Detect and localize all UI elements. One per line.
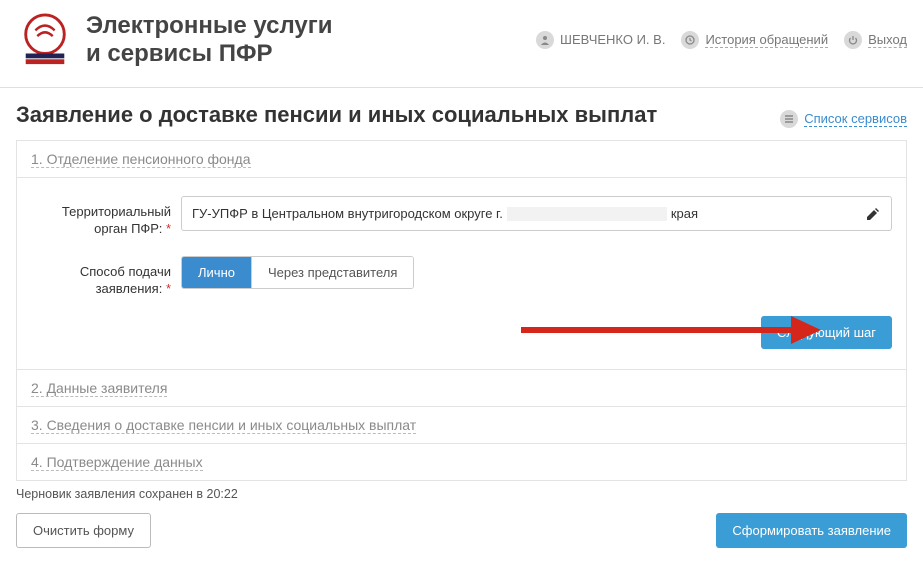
section-3-head[interactable]: 3. Сведения о доставке пенсии и иных соц… bbox=[17, 407, 906, 444]
section-2-head[interactable]: 2. Данные заявителя bbox=[17, 370, 906, 407]
user-name: ШЕВЧЕНКО И. В. bbox=[560, 32, 665, 47]
pfr-logo bbox=[16, 13, 74, 67]
row-territorial: Территориальный орган ПФР: * ГУ-УПФР в Ц… bbox=[31, 196, 892, 238]
logout-icon bbox=[844, 31, 862, 49]
section-2-link[interactable]: 2. Данные заявителя bbox=[31, 380, 167, 397]
section-1-link[interactable]: 1. Отделение пенсионного фонда bbox=[31, 151, 251, 168]
territorial-input[interactable]: ГУ-УПФР в Центральном внутригородском ок… bbox=[181, 196, 892, 231]
next-step-row: Следующий шаг bbox=[31, 316, 892, 349]
next-step-button[interactable]: Следующий шаг bbox=[761, 316, 892, 349]
services-list-link[interactable]: Список сервисов bbox=[780, 110, 907, 128]
accordion: 1. Отделение пенсионного фонда Территори… bbox=[16, 140, 907, 481]
list-icon bbox=[780, 110, 798, 128]
draft-saved-text: Черновик заявления сохранен в 20:22 bbox=[16, 487, 907, 501]
site-title: Электронные услуги и сервисы ПФР bbox=[86, 12, 332, 67]
services-list-label[interactable]: Список сервисов bbox=[804, 111, 907, 127]
user-icon bbox=[536, 31, 554, 49]
edit-icon[interactable] bbox=[865, 206, 881, 222]
logo-area: Электронные услуги и сервисы ПФР bbox=[16, 12, 332, 67]
history-label[interactable]: История обращений bbox=[705, 32, 828, 48]
row-submission-method: Способ подачи заявления: * Лично Через п… bbox=[31, 256, 892, 298]
page-title-row: Заявление о доставке пенсии и иных социа… bbox=[0, 88, 923, 136]
submission-toggle: Лично Через представителя bbox=[181, 256, 414, 289]
section-1-body: Территориальный орган ПФР: * ГУ-УПФР в Ц… bbox=[17, 178, 906, 370]
history-icon bbox=[681, 31, 699, 49]
submission-label: Способ подачи заявления: * bbox=[31, 256, 181, 298]
page-title: Заявление о доставке пенсии и иных социа… bbox=[16, 102, 657, 128]
submit-form-button[interactable]: Сформировать заявление bbox=[716, 513, 907, 548]
redacted-segment bbox=[507, 207, 667, 221]
user-menu[interactable]: ШЕВЧЕНКО И. В. bbox=[536, 31, 665, 49]
history-link[interactable]: История обращений bbox=[681, 31, 828, 49]
toggle-self[interactable]: Лично bbox=[182, 257, 251, 288]
section-1-head[interactable]: 1. Отделение пенсионного фонда bbox=[17, 141, 906, 178]
logout-label[interactable]: Выход bbox=[868, 32, 907, 48]
page-header: Электронные услуги и сервисы ПФР ШЕВЧЕНК… bbox=[0, 0, 923, 88]
section-4-head[interactable]: 4. Подтверждение данных bbox=[17, 444, 906, 481]
header-right: ШЕВЧЕНКО И. В. История обращений Выход bbox=[536, 31, 907, 49]
toggle-representative[interactable]: Через представителя bbox=[251, 257, 413, 288]
footer-actions: Очистить форму Сформировать заявление bbox=[0, 513, 923, 564]
section-4-link[interactable]: 4. Подтверждение данных bbox=[31, 454, 203, 471]
clear-form-button[interactable]: Очистить форму bbox=[16, 513, 151, 548]
territorial-label: Территориальный орган ПФР: * bbox=[31, 196, 181, 238]
territorial-value-suffix: края bbox=[671, 206, 698, 221]
territorial-value-prefix: ГУ-УПФР в Центральном внутригородском ок… bbox=[192, 206, 503, 221]
section-3-link[interactable]: 3. Сведения о доставке пенсии и иных соц… bbox=[31, 417, 416, 434]
logout-link[interactable]: Выход bbox=[844, 31, 907, 49]
